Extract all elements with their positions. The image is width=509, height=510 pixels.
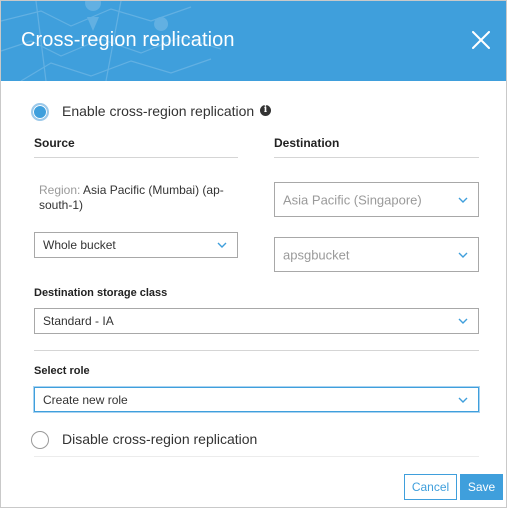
chevron-down-icon: [458, 252, 468, 258]
destination-bucket-value: apsgbucket: [283, 247, 350, 262]
source-region-label: Region:: [39, 183, 81, 197]
destination-header: Destination: [274, 136, 340, 150]
storage-class-value: Standard - IA: [43, 314, 114, 328]
info-icon[interactable]: i: [260, 105, 271, 116]
role-select[interactable]: Create new role: [34, 387, 479, 412]
storage-class-select[interactable]: Standard - IA: [34, 308, 479, 334]
footer-divider: [34, 456, 479, 457]
section-divider: [34, 350, 479, 351]
source-divider: [34, 157, 238, 158]
dialog-title: Cross-region replication: [21, 29, 235, 51]
enable-replication-label[interactable]: Enable cross-region replication: [62, 103, 254, 119]
source-region-value-line2: south-1): [39, 198, 84, 212]
destination-divider: [274, 157, 479, 158]
source-region-value-line1: Asia Pacific (Mumbai) (ap-: [83, 183, 224, 197]
enable-replication-radio[interactable]: [31, 103, 49, 121]
cancel-button[interactable]: Cancel: [404, 474, 457, 500]
chevron-down-icon: [458, 197, 468, 203]
source-header: Source: [34, 136, 75, 150]
source-scope-value: Whole bucket: [43, 238, 116, 252]
save-button[interactable]: Save: [460, 474, 503, 500]
destination-bucket-select[interactable]: apsgbucket: [274, 237, 479, 272]
destination-region-select[interactable]: Asia Pacific (Singapore): [274, 182, 479, 217]
dialog-header: Cross-region replication: [1, 1, 506, 81]
role-value: Create new role: [43, 392, 128, 407]
role-label: Select role: [34, 365, 90, 377]
chevron-down-icon: [458, 397, 468, 403]
close-icon[interactable]: [472, 31, 490, 49]
destination-region-value: Asia Pacific (Singapore): [283, 192, 422, 207]
source-region: Region: Asia Pacific (Mumbai) (ap- south…: [39, 183, 239, 213]
storage-class-label: Destination storage class: [34, 287, 168, 299]
disable-replication-label[interactable]: Disable cross-region replication: [62, 431, 257, 447]
source-scope-select[interactable]: Whole bucket: [34, 232, 238, 258]
chevron-down-icon: [458, 318, 468, 324]
disable-replication-radio[interactable]: [31, 431, 49, 449]
chevron-down-icon: [217, 242, 227, 248]
cross-region-replication-dialog: Cross-region replication Enable cross-re…: [0, 0, 507, 508]
